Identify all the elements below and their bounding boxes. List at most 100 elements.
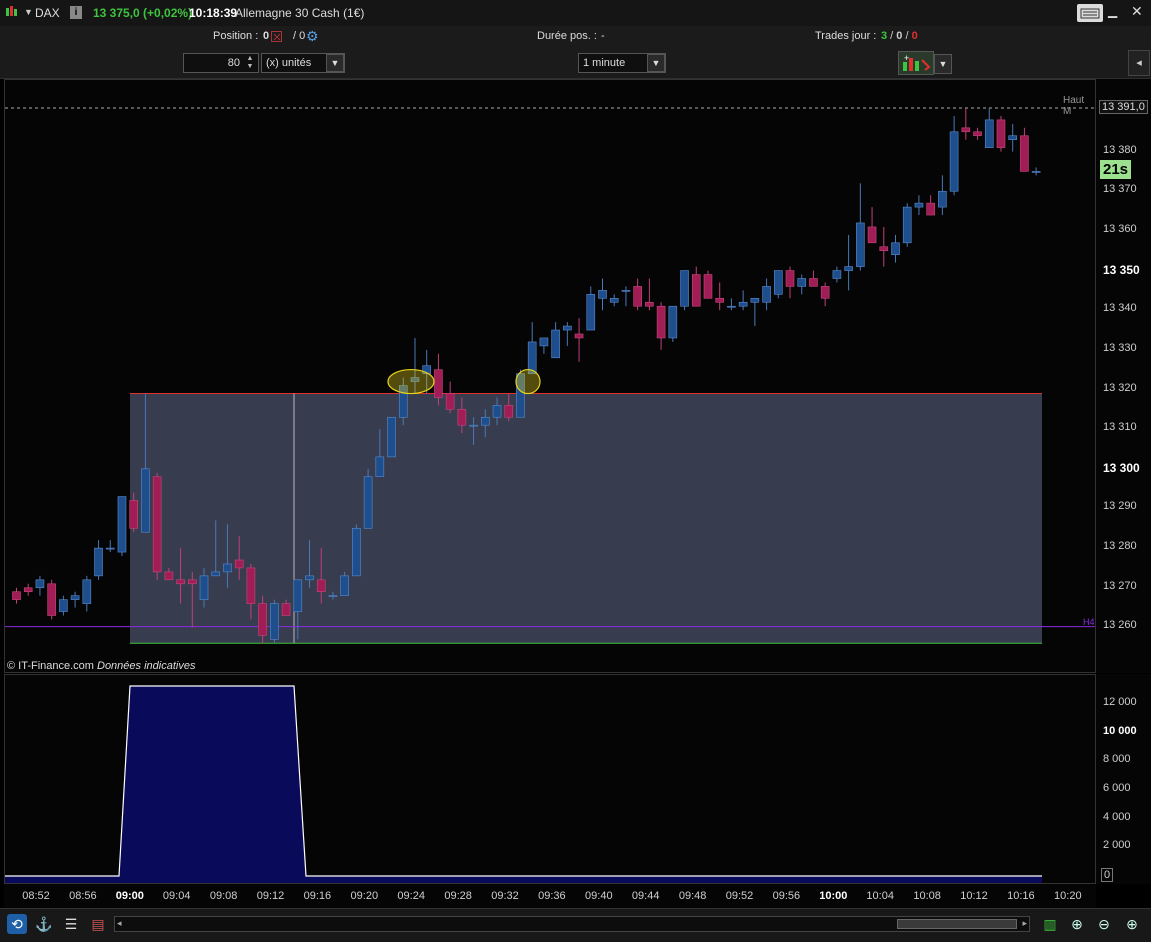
candle-up — [727, 305, 736, 308]
candle-down — [574, 333, 584, 339]
time-tick: 09:00 — [115, 890, 144, 902]
candle-down — [445, 393, 455, 410]
price-tick: 13 340 — [1103, 302, 1137, 315]
candle-countdown: 21s — [1100, 160, 1132, 179]
volume-panel[interactable] — [4, 674, 1096, 884]
candle-down — [645, 301, 654, 307]
candle-down — [258, 603, 267, 636]
duration-value: - — [601, 30, 605, 42]
symbol-dropdown-icon[interactable]: ▼ — [24, 7, 33, 17]
scroll-left-icon[interactable]: ◂ — [117, 918, 122, 929]
volume-tick: 12 000 — [1103, 695, 1137, 708]
time-tick: 09:32 — [491, 890, 519, 902]
trading-tools-icon[interactable]: + — [898, 51, 934, 75]
units-dropdown-icon[interactable]: ▼ — [326, 54, 344, 72]
quantity-stepper[interactable]: ▲ ▼ — [243, 55, 257, 71]
candle-up — [797, 278, 807, 287]
list-icon[interactable]: ☰ — [61, 914, 81, 934]
price-tick: 13 270 — [1103, 579, 1137, 592]
candle-up — [223, 563, 232, 573]
breakout-highlight-2 — [515, 368, 541, 395]
units-select[interactable]: (x) unités ▼ — [261, 53, 345, 73]
symbol-label[interactable]: DAX — [35, 6, 60, 20]
price-tick: 13 300 — [1103, 460, 1140, 475]
volume-axis: 12 000 10 000 8 000 6 000 4 000 2 000 0 — [1096, 674, 1151, 884]
chart-layout-icon[interactable]: ▥ — [1040, 914, 1060, 934]
candle-down — [176, 579, 185, 585]
candle-up — [680, 270, 689, 307]
minimize-icon[interactable]: ▁ — [1108, 4, 1120, 20]
close-icon[interactable]: ✕ — [1131, 3, 1145, 19]
candle-up — [469, 424, 478, 427]
candle-up — [82, 579, 92, 604]
panel-toggle-icon[interactable]: ◂ — [1128, 50, 1150, 76]
volume-plot[interactable] — [5, 675, 1095, 883]
price-change: 13 375,0 (+0,02%) — [93, 6, 193, 20]
time-tick: 10:04 — [866, 890, 894, 902]
candle-up — [856, 222, 865, 267]
timeframe-label: 1 minute — [583, 57, 626, 69]
price-tick: 13 370 — [1103, 183, 1137, 196]
tools-dropdown-icon[interactable]: ▼ — [934, 54, 952, 74]
candle-up — [563, 325, 572, 331]
candle-up — [35, 579, 45, 589]
timeframe-dropdown-icon[interactable]: ▼ — [647, 54, 665, 72]
candle-down — [691, 274, 701, 307]
price-axis: 13 380 13 370 13 360 13 350 13 340 13 330 13 3… — [1096, 79, 1151, 673]
zoom-out-icon[interactable]: ⊖ — [1094, 914, 1114, 934]
price-chart[interactable]: © IT-Finance.com Données indicatives Hau… — [4, 79, 1096, 673]
quantity-value[interactable]: 80 — [228, 57, 240, 69]
volume-tick: 10 000 — [1103, 724, 1137, 737]
candle-up — [375, 456, 385, 478]
timeframe-select[interactable]: 1 minute ▼ — [578, 53, 666, 73]
time-axis: 08:52 08:56 09:00 09:04 09:08 09:12 09:16 09:20… — [4, 884, 1096, 908]
candlestick-plot[interactable] — [5, 80, 1095, 672]
settings-icon[interactable]: ⚙ — [306, 28, 319, 45]
time-tick: 09:48 — [678, 890, 707, 902]
svg-text:+: + — [904, 53, 909, 63]
price-tick: 13 330 — [1103, 341, 1137, 354]
high-value-badge: 13 391,0 — [1099, 100, 1148, 114]
price-tick: 13 280 — [1103, 540, 1137, 553]
zoom-in-icon[interactable]: ⊕ — [1122, 914, 1142, 934]
time-tick: 09:20 — [350, 890, 379, 902]
chart-app-icon — [5, 5, 19, 19]
quantity-field[interactable]: 80 ▲ ▼ — [183, 53, 259, 73]
link-icon[interactable]: ⚓ — [34, 914, 54, 934]
candle-down — [23, 587, 33, 593]
candle-down — [785, 270, 795, 287]
time-tick: 09:40 — [585, 890, 613, 902]
candle-up — [539, 337, 549, 347]
share-icon[interactable]: ⟲ — [7, 914, 27, 934]
trades-loss: 0 — [911, 30, 918, 42]
candle-up — [527, 341, 537, 374]
candle-up — [1008, 135, 1018, 141]
scroll-thumb[interactable] — [897, 919, 1017, 929]
candle-down — [434, 369, 443, 398]
time-tick: 08:52 — [22, 890, 50, 902]
volume-tick: 8 000 — [1103, 753, 1131, 766]
candle-up — [773, 270, 783, 295]
keyboard-icon[interactable] — [1077, 4, 1103, 22]
candle-up — [984, 119, 994, 148]
indicators-icon[interactable]: ▤ — [88, 914, 108, 934]
clock-time: 10:18:39 — [189, 6, 238, 20]
candle-down — [504, 405, 514, 418]
candle-up — [363, 476, 373, 529]
h4-line-label: H4 — [1083, 617, 1095, 627]
candle-up — [492, 405, 502, 418]
candle-down — [234, 559, 244, 569]
zoom-fit-icon[interactable]: ⊕ — [1067, 914, 1087, 934]
candle-up — [293, 579, 303, 612]
info-icon[interactable]: i — [70, 6, 82, 19]
candle-up — [891, 242, 900, 255]
candle-up — [328, 595, 338, 597]
close-position-icon[interactable] — [271, 31, 282, 42]
time-tick: 09:12 — [256, 890, 285, 902]
volume-tick: 2 000 — [1103, 839, 1131, 852]
scroll-right-icon[interactable]: ▸ — [1022, 918, 1027, 929]
horizontal-scrollbar[interactable]: ◂ ▸ — [114, 916, 1030, 932]
candle-down — [656, 305, 666, 339]
candle-up — [609, 298, 619, 303]
candle-up — [1031, 171, 1041, 173]
